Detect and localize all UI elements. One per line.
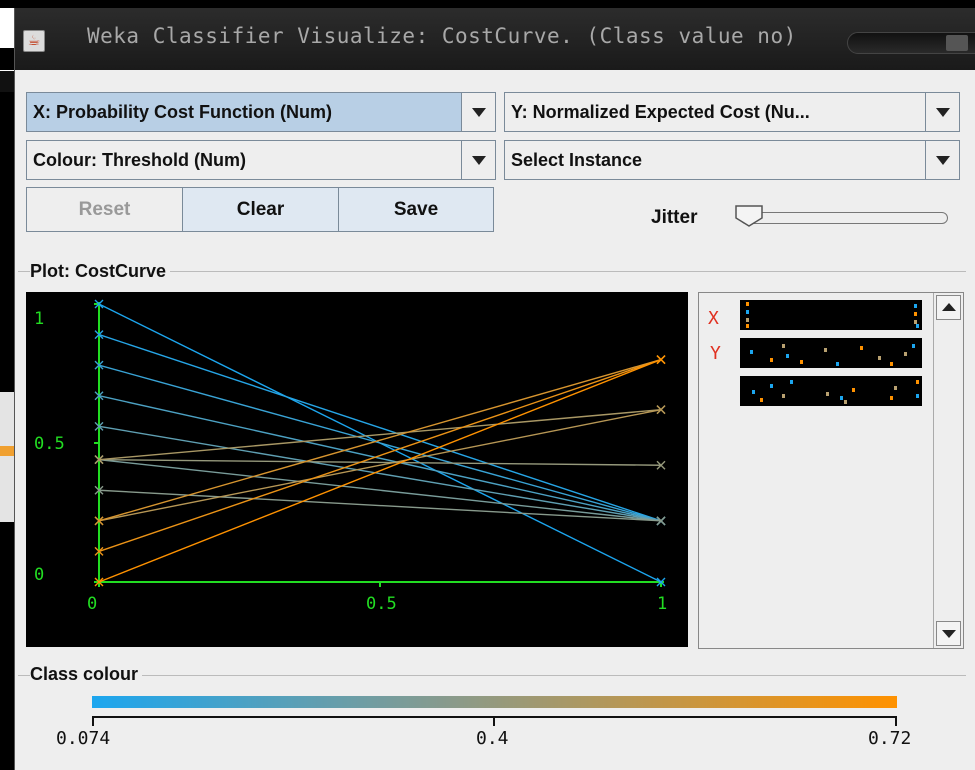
window-title: Weka Classifier Visualize: CostCurve. (C… — [87, 24, 797, 48]
strip-dot — [770, 384, 773, 388]
scroll-up-button[interactable] — [936, 295, 961, 320]
cost-curve-line — [98, 458, 662, 522]
scroll-down-button[interactable] — [936, 621, 961, 646]
x-tick-label: 1 — [657, 594, 667, 614]
title-bar[interactable]: ☕ Weka Classifier Visualize: CostCurve. … — [15, 8, 975, 70]
strip-dot — [852, 388, 855, 392]
reset-button[interactable]: Reset — [26, 187, 183, 232]
strip-dot — [844, 400, 847, 404]
colour-tick-min — [92, 716, 94, 726]
strip-dot — [746, 324, 749, 328]
strip-dot — [760, 398, 763, 402]
chevron-down-icon[interactable] — [925, 93, 959, 131]
attribute-scrollbar[interactable] — [933, 293, 963, 648]
chevron-down-icon[interactable] — [461, 141, 495, 179]
strip-dot — [914, 320, 917, 324]
strip-dot — [912, 344, 915, 348]
strip-dot — [914, 304, 917, 308]
colour-label-max: 0.72 — [868, 728, 912, 749]
y-tick-label: 0 — [34, 565, 44, 585]
chevron-down-icon[interactable] — [925, 141, 959, 179]
strip-dot — [786, 354, 789, 358]
minimize-icon[interactable] — [946, 35, 968, 51]
strip-dot — [916, 394, 919, 398]
strip-dot — [894, 386, 897, 390]
data-point-marker — [656, 355, 666, 365]
strip-dot — [790, 380, 793, 384]
colour-label-min: 0.074 — [56, 728, 111, 749]
x-tick-label: 0.5 — [366, 594, 397, 614]
save-button[interactable]: Save — [338, 187, 494, 232]
strip-dot — [840, 396, 843, 400]
strip-dot — [904, 352, 907, 356]
strip-dot — [914, 312, 917, 316]
cost-curve-line — [98, 458, 662, 466]
strip-dot — [890, 362, 893, 366]
colour-tick-mid — [493, 716, 495, 726]
cost-curve-line — [98, 358, 662, 583]
colour-select-value: Colour: Threshold (Num) — [33, 150, 246, 170]
strip-dot — [890, 396, 893, 400]
strip-dot — [752, 390, 755, 394]
colour-label-mid: 0.4 — [476, 728, 509, 749]
x-attribute-marker: X — [708, 308, 719, 329]
strip-dot — [750, 350, 753, 354]
cost-curve-plot[interactable]: 0 0.5 1 1 0.5 0 — [26, 292, 688, 647]
select-instance-value: Select Instance — [511, 150, 643, 170]
jitter-label: Jitter — [651, 207, 698, 228]
y-axis-select-value: Y: Normalized Expected Cost (Nu... — [511, 102, 810, 122]
cost-curve-line — [98, 489, 662, 522]
strip-dot — [746, 318, 749, 322]
x-axis-select-value: X: Probability Cost Function (Num) — [33, 102, 332, 122]
attribute-strip-3[interactable] — [740, 376, 922, 406]
jitter-slider-thumb[interactable] — [734, 204, 764, 228]
colour-select[interactable]: Colour: Threshold (Num) — [26, 140, 496, 180]
strip-dot — [860, 346, 863, 350]
attribute-strip-1[interactable] — [740, 300, 922, 330]
strip-dot — [826, 392, 829, 396]
class-colour-gradient — [92, 696, 897, 708]
java-cup-icon: ☕ — [23, 30, 45, 52]
cost-curve-line — [98, 408, 662, 461]
y-attribute-marker: Y — [710, 343, 721, 364]
strip-dot — [878, 356, 881, 360]
strip-dot — [746, 310, 749, 314]
plot-canvas[interactable]: 0 0.5 1 1 0.5 0 — [26, 292, 688, 647]
select-instance-select[interactable]: Select Instance — [504, 140, 960, 180]
cost-curve-line — [98, 408, 662, 522]
class-colour-group-border — [18, 675, 966, 676]
strip-dot — [836, 362, 839, 366]
x-axis-select[interactable]: X: Probability Cost Function (Num) — [26, 92, 496, 132]
colour-tick-max — [895, 716, 897, 726]
strip-dot — [782, 344, 785, 348]
window-controls[interactable] — [847, 32, 975, 54]
class-colour-title: Class colour — [30, 664, 143, 685]
strip-dot — [916, 324, 919, 328]
cost-curve-line — [98, 395, 662, 522]
y-axis-select[interactable]: Y: Normalized Expected Cost (Nu... — [504, 92, 960, 132]
strip-dot — [746, 302, 749, 306]
jitter-slider-track[interactable] — [740, 212, 948, 224]
y-tick-label: 0.5 — [34, 434, 65, 454]
x-tick-label: 0 — [87, 594, 97, 614]
y-tick-label: 1 — [34, 309, 44, 329]
plot-title: Plot: CostCurve — [30, 261, 171, 282]
cost-curve-line — [98, 333, 662, 522]
strip-dot — [770, 358, 773, 362]
clear-button[interactable]: Clear — [182, 187, 339, 232]
attribute-strip-2[interactable] — [740, 338, 922, 368]
strip-dot — [800, 360, 803, 364]
strip-dot — [824, 348, 827, 352]
chevron-down-icon[interactable] — [461, 93, 495, 131]
strip-dot — [916, 380, 919, 384]
strip-dot — [782, 394, 785, 398]
